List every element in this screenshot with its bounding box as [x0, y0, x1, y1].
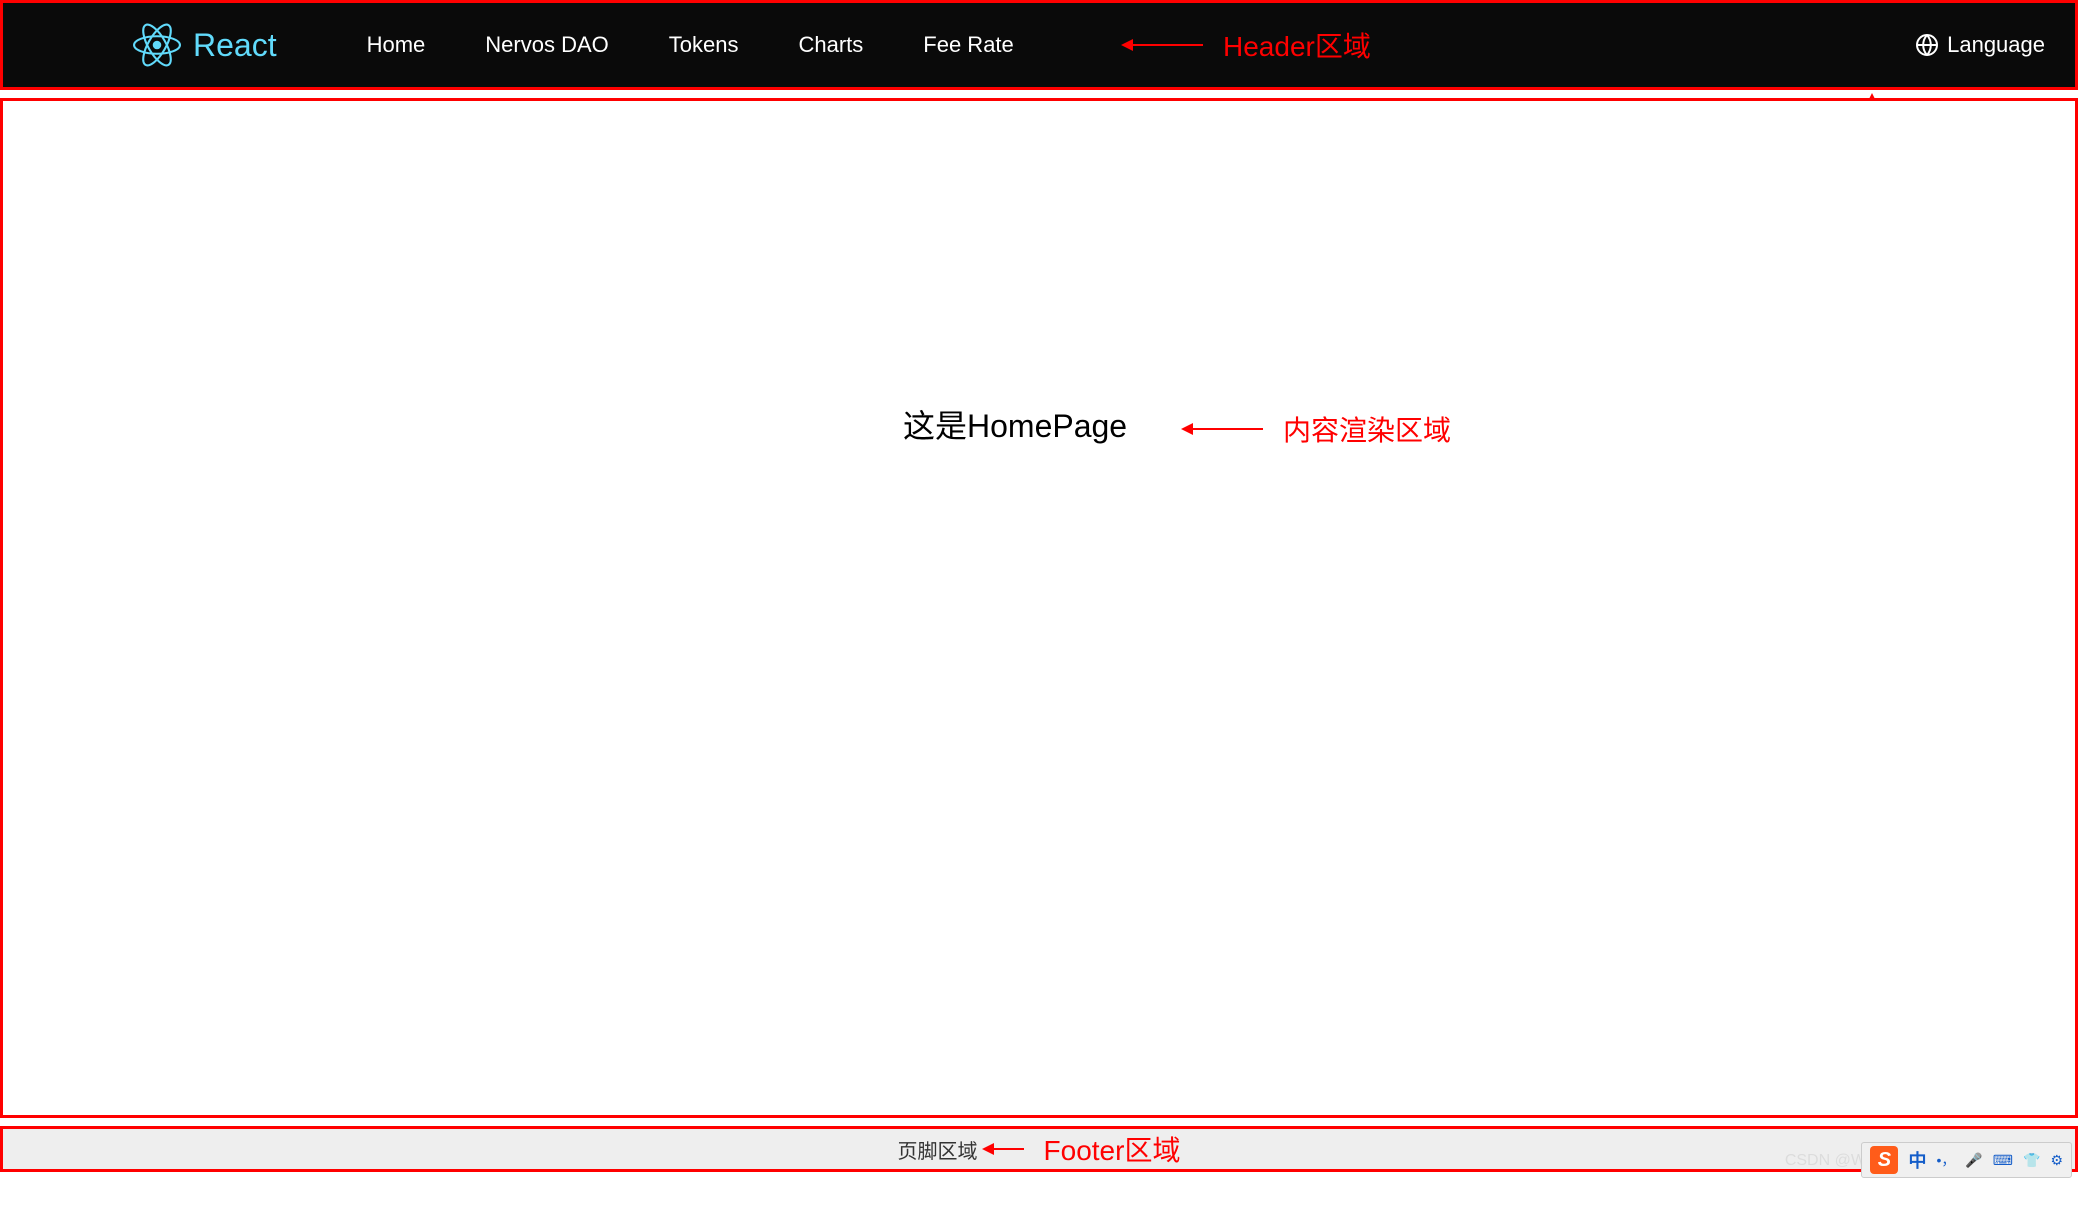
header-annotation-arrow: Header区域	[1123, 25, 1371, 65]
ime-toolbar[interactable]: S 中 •， 🎤 ⌨ 👕 ⚙	[1861, 1142, 2072, 1178]
ime-skin-icon[interactable]: 👕	[2023, 1152, 2040, 1169]
home-page-text: 这是HomePage	[903, 401, 1127, 447]
sogou-ime-icon[interactable]: S	[1870, 1146, 1898, 1174]
logo-text: React	[193, 27, 277, 64]
nav-charts[interactable]: Charts	[798, 32, 863, 58]
main-nav: Home Nervos DAO Tokens Charts Fee Rate	[367, 32, 1014, 58]
footer-text: 页脚区域	[898, 1135, 978, 1164]
ime-settings-icon[interactable]: ⚙	[2050, 1152, 2063, 1169]
footer-annotation-label: Footer区域	[1044, 1129, 1181, 1169]
nav-home[interactable]: Home	[367, 32, 426, 58]
ime-keyboard-icon[interactable]: ⌨	[1993, 1152, 2013, 1169]
logo[interactable]: React	[133, 21, 277, 69]
ime-lang-indicator[interactable]: 中	[1908, 1147, 1926, 1173]
nav-fee-rate[interactable]: Fee Rate	[923, 32, 1014, 58]
footer-annotation-arrow: Footer区域	[984, 1129, 1181, 1169]
globe-icon	[1915, 33, 1939, 57]
react-logo-icon	[133, 21, 181, 69]
language-label: Language	[1947, 32, 2045, 58]
ime-punctuation-icon[interactable]: •，	[1936, 1150, 1955, 1170]
content-annotation-label: 内容渲染区域	[1283, 409, 1451, 449]
header-bar: React Home Nervos DAO Tokens Charts Fee …	[0, 0, 2078, 90]
nav-nervos-dao[interactable]: Nervos DAO	[485, 32, 608, 58]
ime-mic-icon[interactable]: 🎤	[1965, 1152, 1982, 1169]
footer-bar: 页脚区域 Footer区域	[0, 1126, 2078, 1172]
header-annotation-label: Header区域	[1223, 25, 1371, 65]
nav-tokens[interactable]: Tokens	[669, 32, 739, 58]
content-area: 这是HomePage 内容渲染区域	[0, 98, 2078, 1118]
content-annotation-arrow: 内容渲染区域	[1183, 409, 1451, 449]
language-switcher[interactable]: Language	[1915, 32, 2045, 58]
